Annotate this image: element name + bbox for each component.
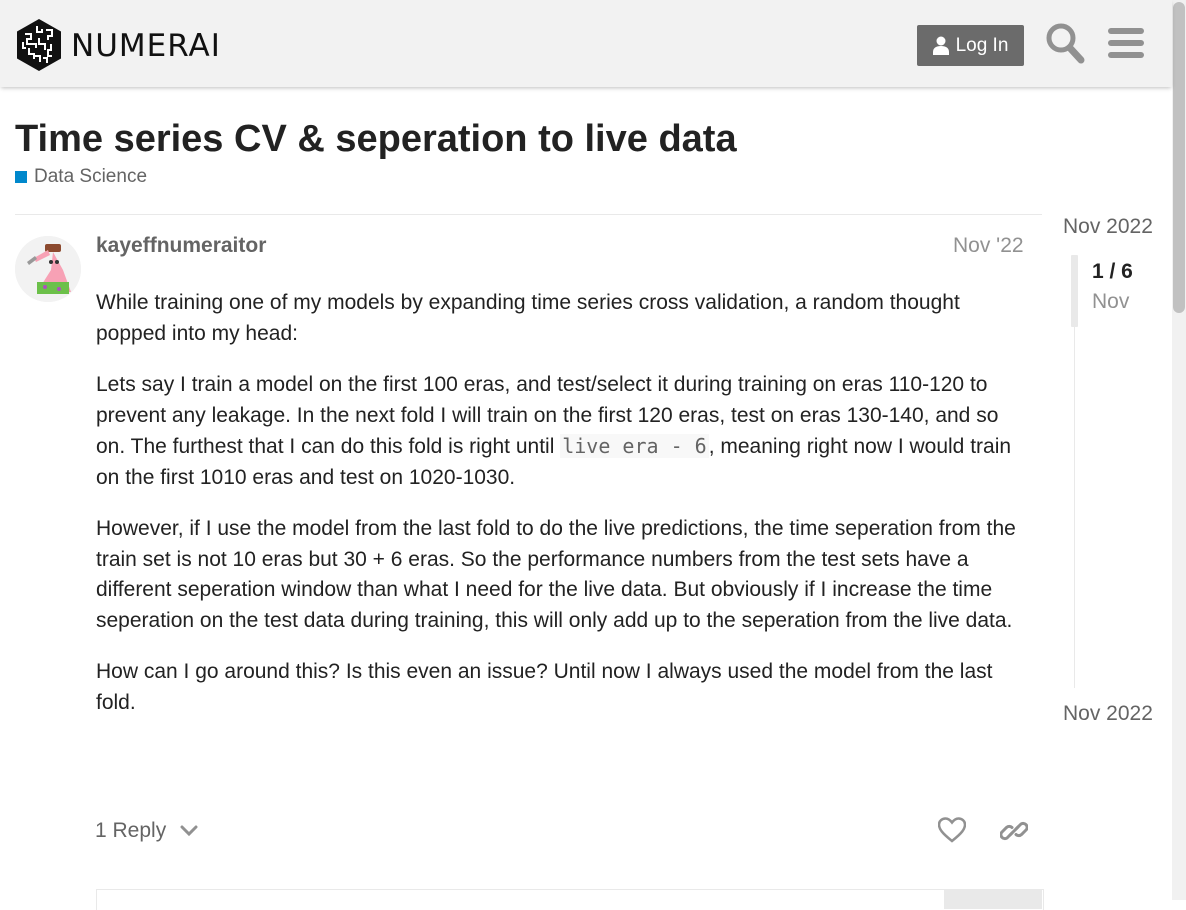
- heart-icon: [937, 817, 967, 843]
- timeline-start-date[interactable]: Nov 2022: [1063, 215, 1153, 239]
- user-avatar-image: [15, 236, 81, 302]
- chevron-down-icon: [180, 825, 198, 837]
- numerai-logo-icon: [17, 19, 61, 71]
- next-post-sidebar: [944, 889, 1042, 909]
- category-badge[interactable]: Data Science: [15, 166, 147, 188]
- timeline-current-date: Nov: [1092, 290, 1130, 313]
- post-paragraph: However, if I use the model from the las…: [96, 517, 1016, 632]
- post-date[interactable]: Nov '22: [953, 234, 1024, 258]
- login-button[interactable]: Log In: [917, 25, 1024, 66]
- user-icon: [932, 36, 949, 55]
- title-divider: [15, 214, 1042, 215]
- timeline-position: 1 / 6: [1092, 260, 1133, 283]
- inline-code: live era - 6: [560, 434, 709, 458]
- category-label: Data Science: [34, 166, 148, 187]
- timeline-end-date[interactable]: Nov 2022: [1063, 702, 1153, 726]
- replies-toggle-button[interactable]: 1 Reply: [95, 819, 198, 843]
- timeline-handle[interactable]: [1071, 255, 1078, 327]
- site-logo[interactable]: NUMERAI: [15, 18, 221, 72]
- link-icon: [999, 821, 1029, 841]
- scrollbar-thumb[interactable]: [1173, 2, 1185, 313]
- post-paragraph: Lets say I train a model on the first 10…: [96, 370, 1026, 493]
- like-button[interactable]: [937, 817, 967, 848]
- post-paragraph: How can I go around this? Is this even a…: [96, 660, 993, 714]
- topic-title[interactable]: Time series CV & seperation to live data: [15, 118, 737, 161]
- post-paragraph: While training one of my models by expan…: [96, 291, 960, 345]
- post-username[interactable]: kayeffnumeraitor: [96, 234, 266, 258]
- copy-link-button[interactable]: [999, 817, 1029, 850]
- post-body: While training one of my models by expan…: [96, 288, 1026, 739]
- page-scrollbar[interactable]: [1172, 0, 1186, 900]
- replies-label: 1 Reply: [95, 819, 167, 842]
- category-color-swatch: [15, 171, 27, 183]
- logo-text: NUMERAI: [71, 28, 221, 64]
- hamburger-menu-icon[interactable]: [1108, 22, 1144, 69]
- site-header: NUMERAI Log In: [0, 0, 1172, 87]
- avatar[interactable]: [15, 236, 81, 302]
- search-icon[interactable]: [1045, 22, 1085, 69]
- login-label: Log In: [955, 34, 1009, 56]
